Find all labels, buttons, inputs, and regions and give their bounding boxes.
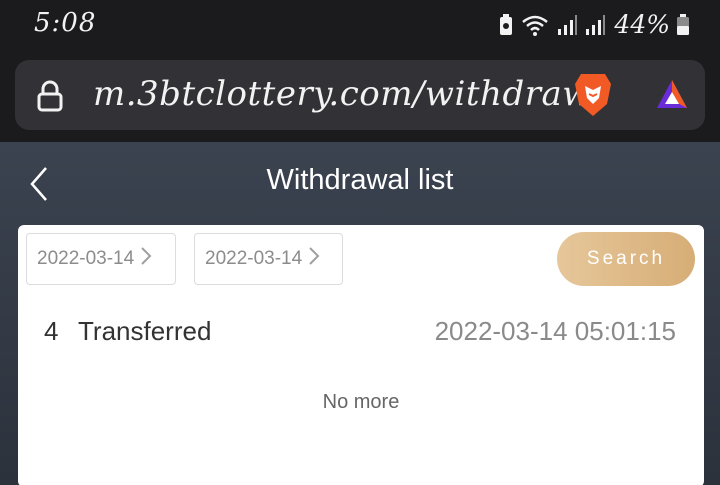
brave-lion-icon[interactable]	[573, 72, 613, 123]
address-bar[interactable]: m.3btclottery.com/withdraw	[15, 60, 705, 130]
battery-saver-icon	[498, 13, 514, 37]
search-button[interactable]: Search	[557, 232, 695, 286]
date-to-picker[interactable]: 2022-03-14	[194, 233, 343, 285]
status-icons: 44%	[498, 10, 690, 39]
record-time: 2022-03-14 05:01:15	[434, 316, 676, 346]
date-to-value: 2022-03-14	[205, 248, 303, 269]
chevron-right-icon	[140, 246, 152, 272]
wifi-icon	[520, 13, 550, 37]
record-status: Transferred	[78, 316, 212, 346]
withdrawal-card: 2022-03-14 2022-03-14 Search 4 Transferr…	[18, 225, 704, 485]
brave-rewards-icon[interactable]	[655, 78, 689, 115]
url-text[interactable]: m.3btclottery.com/withdraw	[93, 74, 592, 114]
signal-icon-2	[584, 13, 606, 37]
page-title: Withdrawal list	[266, 164, 454, 196]
status-bar: 5:08 44%	[0, 0, 720, 48]
no-more-text: No more	[322, 391, 400, 413]
status-time: 5:08	[34, 8, 97, 38]
battery-percent: 44%	[614, 10, 670, 39]
battery-icon	[676, 13, 690, 37]
record-id: 4	[44, 316, 59, 346]
signal-icon	[556, 13, 578, 37]
date-from-picker[interactable]: 2022-03-14	[26, 233, 176, 285]
lock-icon[interactable]	[37, 80, 63, 117]
list-item[interactable]: 4 Transferred 2022-03-14 05:01:15	[18, 313, 704, 353]
date-from-value: 2022-03-14	[37, 248, 135, 269]
chevron-right-icon	[308, 246, 320, 272]
